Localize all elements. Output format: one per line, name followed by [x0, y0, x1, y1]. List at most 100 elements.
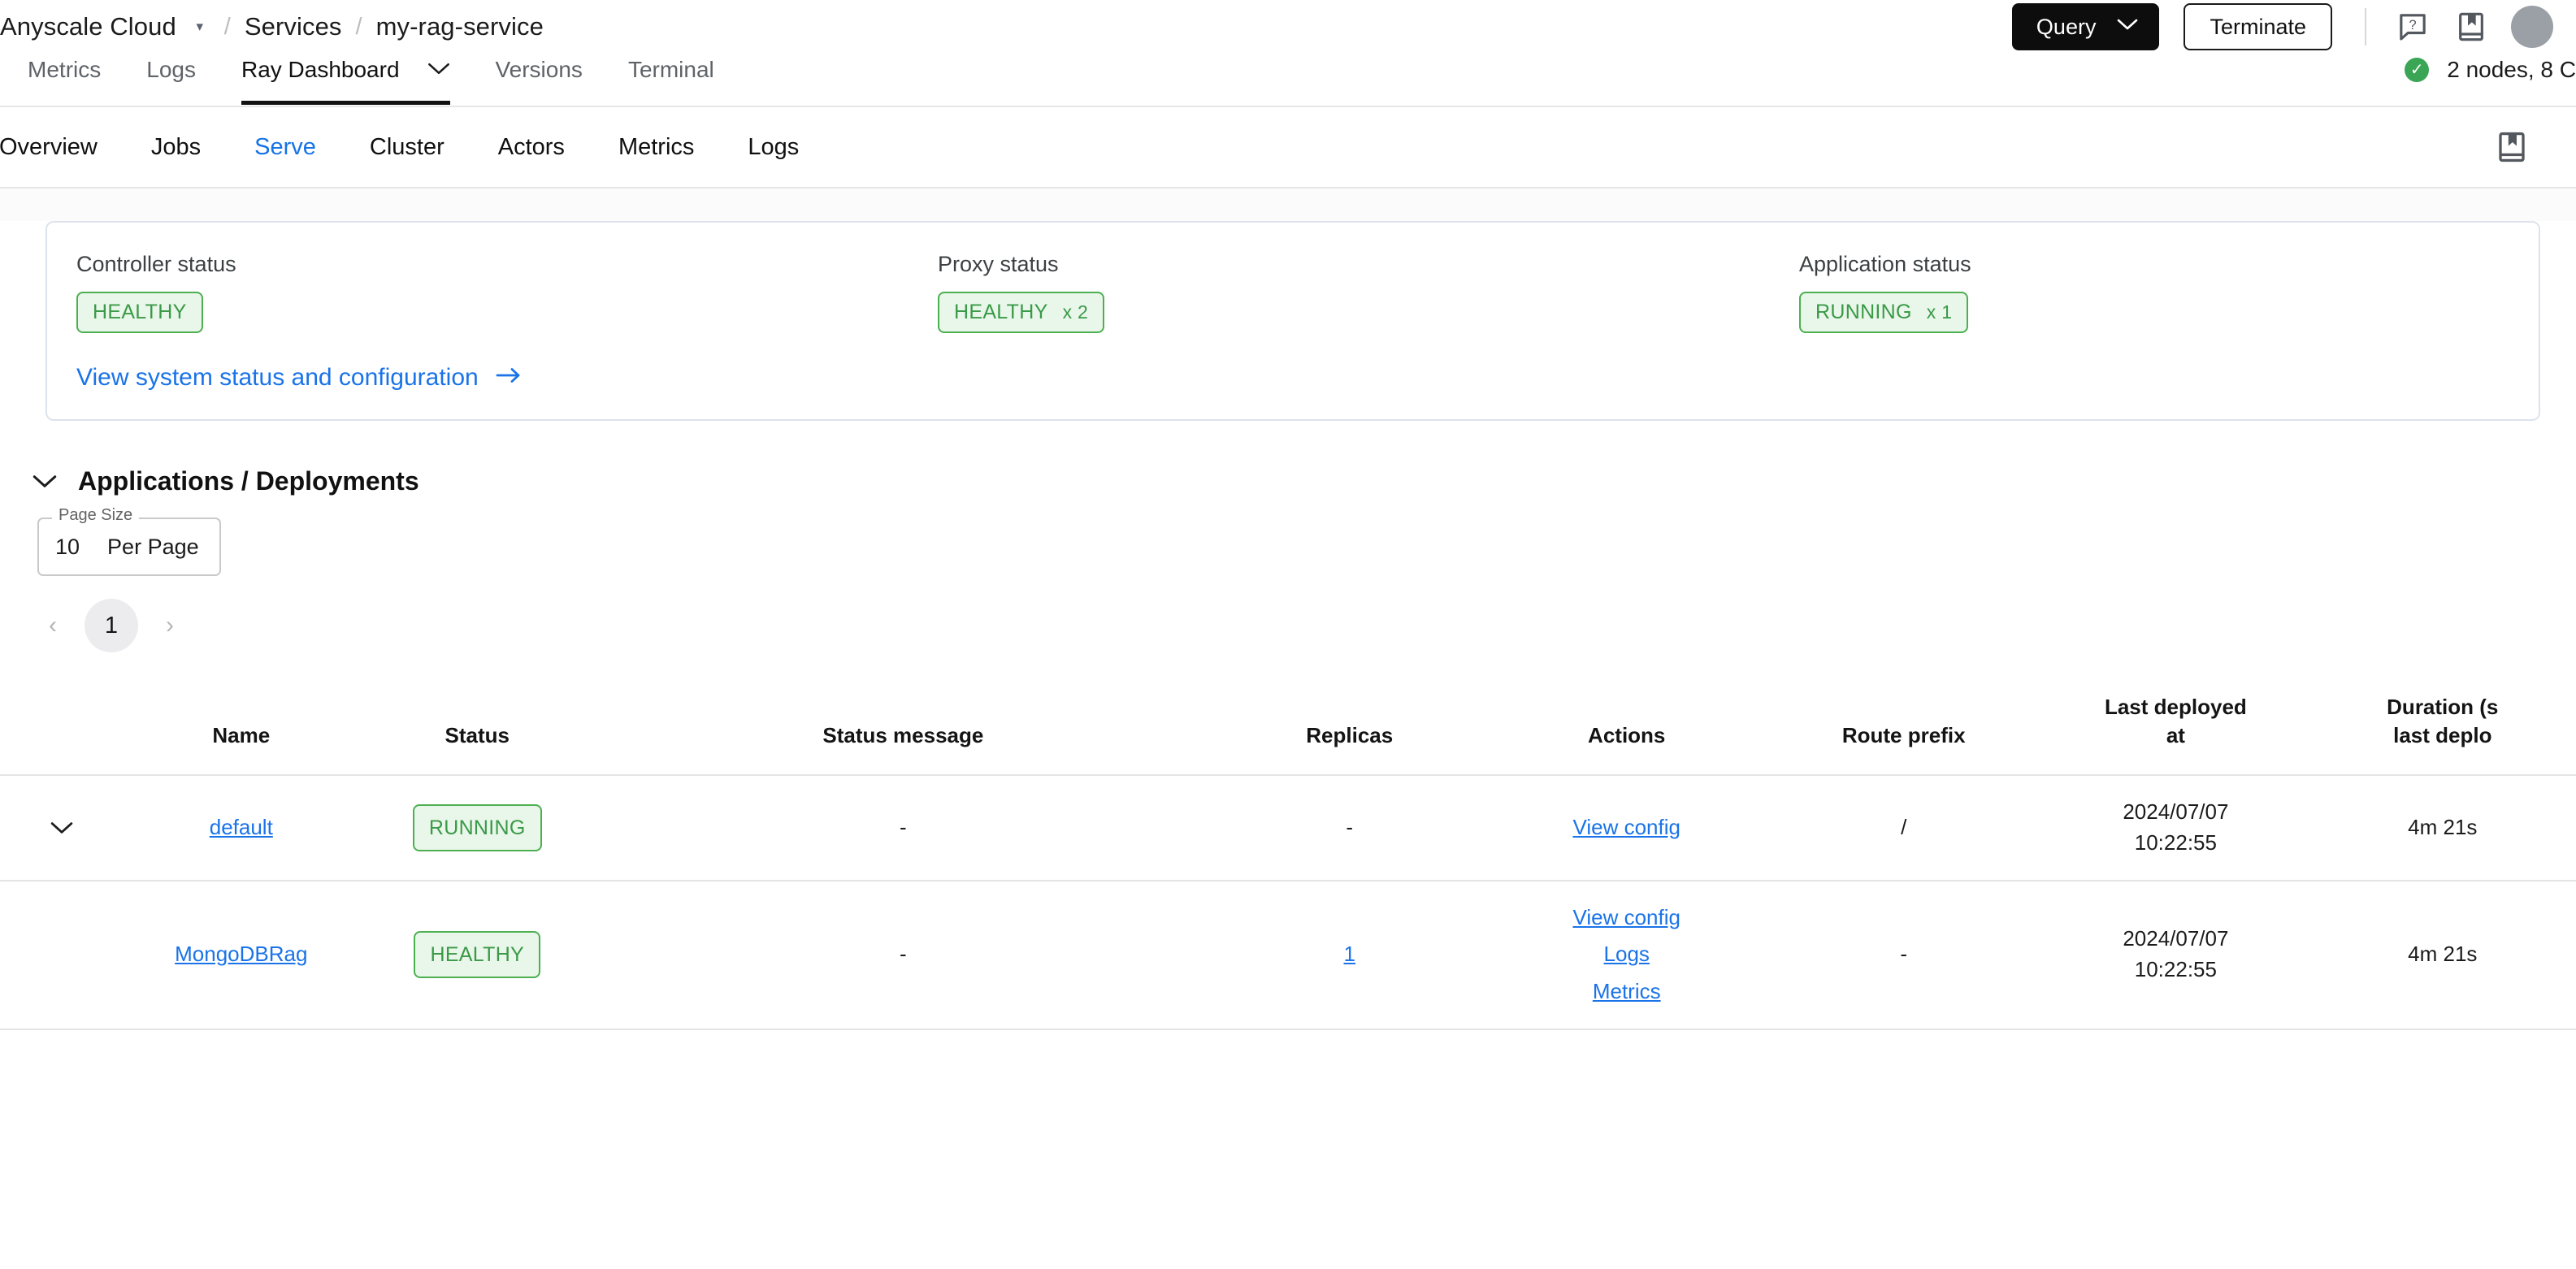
tab-ray-dashboard-label: Ray Dashboard	[241, 57, 400, 82]
application-status-badge-text: RUNNING	[1815, 301, 1912, 323]
page-size-control[interactable]: Page Size 10 Per Page	[37, 506, 221, 576]
row-route-prefix: /	[1765, 775, 2043, 881]
pagination-page-1[interactable]: 1	[85, 599, 138, 652]
terminate-button[interactable]: Terminate	[2184, 3, 2332, 50]
view-config-link[interactable]: View config	[1572, 812, 1680, 843]
tab-versions[interactable]: Versions	[496, 54, 583, 101]
docs-book-icon[interactable]	[2452, 8, 2490, 45]
service-tab-bar: iew Metrics Logs Ray Dashboard Versions …	[0, 54, 2576, 107]
application-status-label: Application status	[1799, 252, 1971, 276]
ray-docs-book-icon[interactable]	[2493, 128, 2530, 166]
ray-nav-serve[interactable]: Serve	[254, 134, 316, 161]
ray-nav-cluster[interactable]: Cluster	[370, 134, 445, 161]
replicas-link[interactable]: 1	[1344, 942, 1355, 966]
row-expand-placeholder	[0, 880, 124, 1030]
table-row: MongoDBRag HEALTHY - 1 View config Logs …	[0, 880, 2576, 1030]
breadcrumb-service-name: my-rag-service	[375, 12, 544, 41]
col-replicas[interactable]: Replicas	[1211, 672, 1489, 777]
deployments-table: Name Status Status message Replicas Acti…	[0, 672, 2576, 1030]
logs-link[interactable]: Logs	[1604, 939, 1650, 970]
check-circle-icon: ✓	[2405, 58, 2430, 82]
top-breadcrumb-bar: Anyscale Cloud ▾ / Services / my-rag-ser…	[0, 0, 2576, 54]
col-expand	[0, 672, 124, 777]
row-name-cell: MongoDBRag	[123, 880, 360, 1030]
ray-nav-metrics[interactable]: Metrics	[618, 134, 694, 161]
ray-dashboard-nav: Overview Jobs Serve Cluster Actors Metri…	[0, 107, 2576, 188]
table-header-row: Name Status Status message Replicas Acti…	[0, 672, 2576, 777]
tab-terminal[interactable]: Terminal	[628, 54, 714, 101]
ray-nav-jobs[interactable]: Jobs	[151, 134, 201, 161]
deployments-table-body: default RUNNING - - View config / 2024/0…	[0, 775, 2576, 1030]
ray-nav-overview[interactable]: Overview	[0, 134, 98, 161]
row-expand-toggle[interactable]	[0, 775, 124, 881]
controller-status-column: Controller status HEALTHY	[76, 252, 938, 333]
view-system-status-link[interactable]: View system status and configuration	[76, 364, 523, 392]
col-last-deployed-at[interactable]: Last deployed at	[2042, 672, 2309, 777]
controller-status-badge: HEALTHY	[76, 292, 203, 333]
proxy-status-badge-text: HEALTHY	[954, 301, 1048, 323]
help-chat-icon[interactable]: ?	[2394, 8, 2431, 45]
page-size-legend: Page Size	[52, 506, 140, 525]
proxy-status-column: Proxy status HEALTHY x 2	[938, 252, 1799, 333]
page-size-input[interactable]: 10	[55, 535, 80, 560]
row-name-cell: default	[123, 775, 360, 881]
deployments-table-head: Name Status Status message Replicas Acti…	[0, 672, 2576, 777]
pagination-prev-button[interactable]: ‹	[28, 600, 78, 651]
serve-page-content: Controller status HEALTHY Proxy status H…	[0, 221, 2576, 1269]
row-status-cell: HEALTHY	[359, 880, 596, 1030]
tab-metrics[interactable]: Metrics	[28, 54, 101, 101]
col-duration[interactable]: Duration (s last deplo	[2309, 672, 2576, 777]
row-status-message: -	[595, 880, 1212, 1030]
query-button[interactable]: Query	[2011, 3, 2160, 50]
status-badge-text: RUNNING	[428, 816, 526, 839]
toolbar-divider	[2365, 8, 2366, 45]
col-name[interactable]: Name	[123, 672, 360, 777]
row-replicas: 1	[1211, 880, 1489, 1030]
row-last-deployed-at: 2024/07/07 10:22:55	[2042, 775, 2309, 881]
user-avatar[interactable]	[2511, 6, 2553, 48]
proxy-status-badge: HEALTHY x 2	[938, 292, 1105, 333]
row-last-deployed-at: 2024/07/07 10:22:55	[2042, 880, 2309, 1030]
arrow-right-icon	[495, 364, 523, 392]
serve-page: Controller status HEALTHY Proxy status H…	[0, 188, 2576, 1269]
tab-logs[interactable]: Logs	[146, 54, 196, 101]
application-name-link[interactable]: default	[210, 815, 273, 839]
deployments-section-header[interactable]: Applications / Deployments	[33, 466, 2576, 496]
row-status-message: -	[595, 775, 1212, 881]
status-badge: HEALTHY	[414, 930, 541, 979]
breadcrumb-separator-2: /	[355, 13, 362, 40]
ray-nav-actors[interactable]: Actors	[498, 134, 565, 161]
breadcrumb-org[interactable]: Anyscale Cloud	[0, 12, 176, 41]
page-size-suffix: Per Page	[107, 534, 199, 559]
ray-nav-logs[interactable]: Logs	[748, 134, 799, 161]
table-row: default RUNNING - - View config / 2024/0…	[0, 775, 2576, 881]
deployment-name-link[interactable]: MongoDBRag	[175, 942, 307, 966]
metrics-link[interactable]: Metrics	[1593, 977, 1661, 1007]
col-status[interactable]: Status	[359, 672, 596, 777]
view-config-link[interactable]: View config	[1572, 903, 1680, 933]
row-duration: 4m 21s	[2309, 775, 2576, 881]
row-route-prefix: -	[1765, 880, 2043, 1030]
chevron-up-glyph: ▾	[196, 18, 204, 34]
col-route-prefix[interactable]: Route prefix	[1765, 672, 2043, 777]
chevron-down-icon[interactable]	[50, 815, 73, 840]
col-status-message[interactable]: Status message	[595, 672, 1212, 777]
breadcrumb-separator-1: /	[223, 13, 231, 40]
actions-stack: View config	[1496, 812, 1757, 843]
collapse-toggle-icon[interactable]	[33, 468, 57, 496]
svg-text:?: ?	[2409, 17, 2416, 32]
breadcrumb-services[interactable]: Services	[245, 12, 342, 41]
application-status-count: x 1	[1926, 301, 1953, 323]
serve-status-card: Controller status HEALTHY Proxy status H…	[46, 221, 2540, 421]
actions-stack: View config Logs Metrics	[1496, 903, 1757, 1007]
cluster-status-label: 2 nodes, 8 C	[2447, 57, 2576, 82]
page-size-box[interactable]: 10 Per Page	[37, 518, 221, 576]
org-switcher-icon[interactable]: ▾	[189, 18, 210, 34]
tab-ray-dashboard[interactable]: Ray Dashboard	[241, 54, 450, 105]
proxy-status-count: x 2	[1062, 301, 1089, 323]
deployments-section-title: Applications / Deployments	[78, 466, 419, 496]
pagination-next-button[interactable]: ›	[145, 600, 195, 651]
controller-status-badge-text: HEALTHY	[93, 301, 187, 323]
col-actions: Actions	[1488, 672, 1766, 777]
row-duration: 4m 21s	[2309, 880, 2576, 1030]
